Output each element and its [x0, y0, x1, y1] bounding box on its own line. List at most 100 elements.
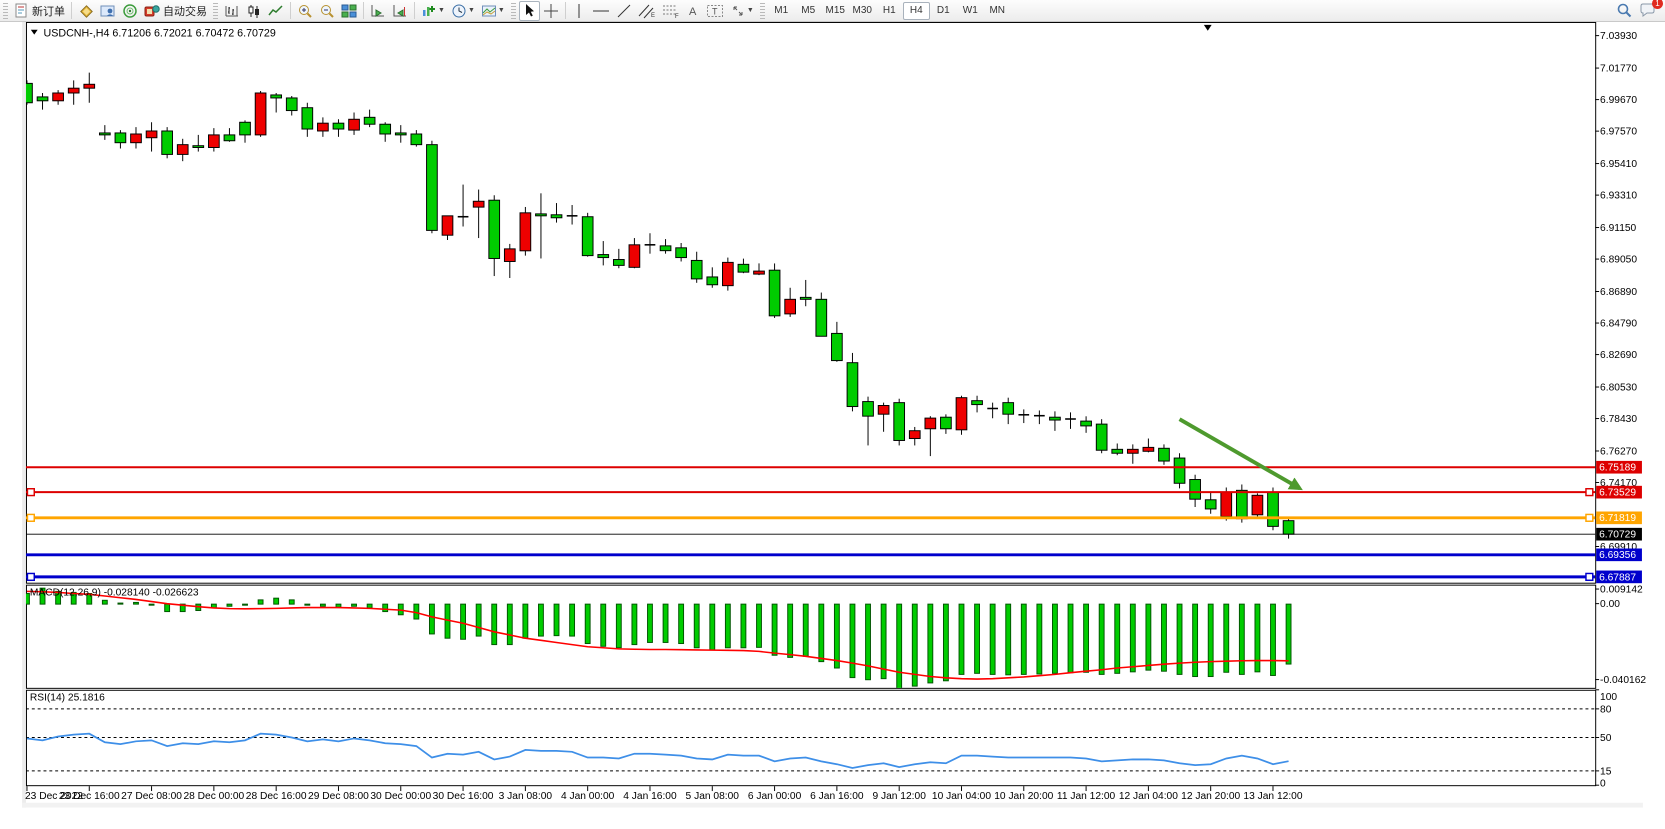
timeframe-button-w1[interactable]: W1 — [957, 2, 984, 20]
toolbar-grip[interactable] — [3, 3, 8, 19]
macd-histogram-bar — [289, 600, 294, 604]
strategy-tester-icon — [122, 3, 138, 19]
macd-histogram-bar — [149, 604, 154, 605]
candle-body — [1283, 521, 1294, 535]
auto-trading-button[interactable]: 自动交易 — [141, 1, 210, 21]
fibonacci-button[interactable]: F — [659, 1, 683, 21]
macd-histogram-bar — [1162, 604, 1167, 671]
time-tick-label: 30 Dec 00:00 — [370, 791, 431, 802]
candlestick-chart-button[interactable] — [243, 1, 265, 21]
macd-histogram-bar — [881, 604, 886, 679]
macd-histogram-bar — [959, 604, 964, 674]
candle-body — [442, 216, 453, 235]
zoom-out-button[interactable] — [316, 1, 338, 21]
candle-body — [115, 133, 126, 143]
search-button[interactable] — [1613, 1, 1636, 21]
candle-body — [255, 93, 266, 135]
candle-body — [1127, 449, 1138, 453]
zoom-in-button[interactable] — [294, 1, 316, 21]
new-order-label: 新订单 — [32, 3, 65, 19]
macd-label: MACD(12,26,9) -0.028140 -0.026623 — [30, 587, 199, 598]
trendline-button[interactable] — [613, 1, 635, 21]
candle-body — [800, 297, 811, 299]
candle-body — [395, 133, 406, 135]
toolbar-grip[interactable] — [511, 3, 516, 19]
macd-histogram-bar — [507, 604, 512, 644]
text-button[interactable]: A — [683, 1, 703, 21]
chart-area[interactable]: USDCNH-,H4 6.71206 6.72021 6.70472 6.707… — [0, 22, 1665, 829]
tile-windows-button[interactable] — [338, 1, 360, 21]
strategy-tester-button[interactable] — [119, 1, 141, 21]
timeframe-button-h4[interactable]: H4 — [903, 2, 930, 20]
candle-body — [956, 398, 967, 430]
crosshair-button[interactable] — [540, 1, 562, 21]
navigator-button[interactable] — [97, 1, 119, 21]
window-left-edge — [22, 22, 26, 808]
templates-button[interactable]: ▼ — [478, 1, 508, 21]
line-handle[interactable] — [1586, 514, 1593, 521]
candle-body — [209, 135, 220, 148]
text-label-button[interactable]: T — [703, 1, 727, 21]
candle-body — [847, 363, 858, 407]
equidistant-channel-button[interactable]: E — [635, 1, 659, 21]
timeframe-button-mn[interactable]: MN — [984, 2, 1011, 20]
line-handle[interactable] — [1586, 573, 1593, 580]
time-tick-label: 12 Jan 04:00 — [1119, 791, 1178, 802]
line-chart-icon — [268, 3, 284, 19]
periods-button[interactable]: ▼ — [448, 1, 478, 21]
line-handle[interactable] — [1586, 489, 1593, 496]
line-handle[interactable] — [27, 514, 34, 521]
auto-scroll-button[interactable] — [367, 1, 389, 21]
timeframe-button-m1[interactable]: M1 — [768, 2, 795, 20]
time-tick-label: 10 Jan 20:00 — [994, 791, 1053, 802]
notification-badge: 1 — [1652, 0, 1663, 9]
macd-histogram-bar — [1193, 604, 1198, 676]
candle-body — [1252, 495, 1263, 515]
candle-body — [504, 249, 515, 262]
macd-axis-label: -0.040162 — [1600, 675, 1646, 686]
macd-histogram-bar — [243, 604, 248, 605]
timeframe-button-h1[interactable]: H1 — [876, 2, 903, 20]
vertical-line-button[interactable] — [569, 1, 589, 21]
zoom-in-icon — [297, 3, 313, 19]
indicators-button[interactable]: ▼ — [418, 1, 448, 21]
bar-chart-button[interactable] — [221, 1, 243, 21]
candle-body — [318, 123, 329, 131]
chart-shift-button[interactable] — [389, 1, 411, 21]
rsi-axis-label: 50 — [1600, 733, 1612, 744]
candle-body — [68, 88, 79, 93]
svg-text:A: A — [689, 6, 697, 18]
timeframe-button-m5[interactable]: M5 — [795, 2, 822, 20]
line-chart-button[interactable] — [265, 1, 287, 21]
line-handle[interactable] — [27, 573, 34, 580]
line-handle[interactable] — [27, 489, 34, 496]
candle-body — [193, 146, 204, 148]
candle-body — [785, 299, 796, 314]
macd-histogram-bar — [102, 600, 107, 604]
trendline-icon — [616, 3, 632, 19]
time-tick-label: 6 Jan 16:00 — [810, 791, 864, 802]
timeframe-button-d1[interactable]: D1 — [930, 2, 957, 20]
toolbar-grip[interactable] — [213, 3, 218, 19]
toolbar-grip[interactable] — [760, 3, 765, 19]
notifications-button[interactable]: 1 — [1636, 1, 1659, 21]
templates-icon — [481, 3, 497, 19]
candle-body — [1221, 492, 1232, 516]
new-order-button[interactable]: 新订单 — [11, 1, 68, 21]
macd-histogram-bar — [227, 604, 232, 606]
candle-body — [1174, 458, 1185, 483]
macd-histogram-bar — [975, 604, 980, 673]
market-watch-button[interactable] — [75, 1, 97, 21]
horizontal-line-button[interactable] — [589, 1, 613, 21]
candlestick-chart-icon — [246, 3, 262, 19]
arrows-button[interactable]: ▼ — [727, 1, 757, 21]
candle-body — [349, 119, 360, 130]
timeframe-button-m30[interactable]: M30 — [849, 2, 876, 20]
macd-histogram-bar — [1271, 604, 1276, 675]
arrows-icon — [730, 3, 746, 19]
timeframe-button-m15[interactable]: M15 — [822, 2, 849, 20]
indicators-icon — [421, 3, 437, 19]
candle-body — [177, 145, 188, 155]
candle-body — [240, 122, 251, 135]
cursor-button[interactable] — [519, 1, 540, 21]
